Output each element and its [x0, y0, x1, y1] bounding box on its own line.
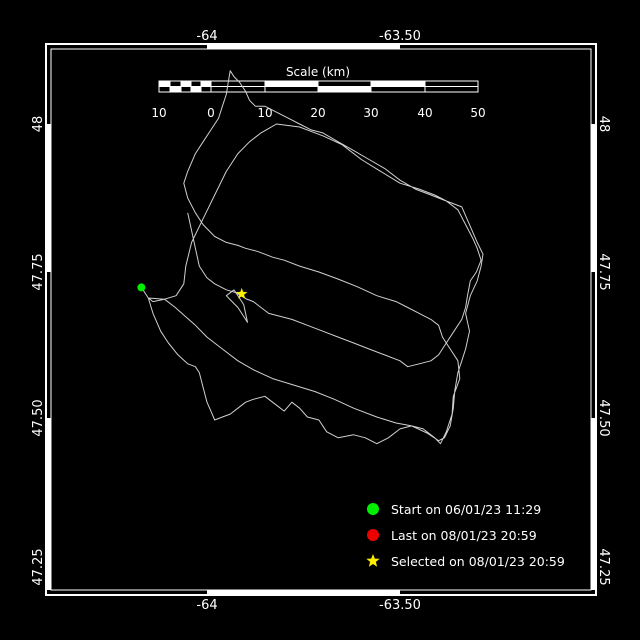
- start-marker[interactable]: [137, 283, 146, 292]
- bottom-axis-label-2: -63.50: [379, 598, 421, 613]
- selected-star-icon[interactable]: [236, 287, 248, 299]
- legend-star-icon: [366, 554, 380, 567]
- scale-bar: Scale (km) 10 0 10 20 30 40 50: [151, 65, 485, 120]
- track-path: [140, 70, 484, 445]
- legend-last-dot: [367, 529, 379, 541]
- top-axis-label-2: -63.50: [379, 29, 421, 44]
- scale-tick-label: 10: [151, 106, 166, 120]
- bottom-axis-label-1: -64: [196, 598, 217, 613]
- scale-tick-label: 30: [363, 106, 378, 120]
- left-axis-label-1: 48: [31, 116, 46, 133]
- legend-start-label: Start on 06/01/23 11:29: [391, 502, 541, 517]
- left-axis-label-4: 47.25: [31, 548, 46, 585]
- map-canvas: -64 -63.50 -64 -63.50 48 47.75 47.50 47.…: [31, 29, 611, 613]
- scale-tick-label: 50: [470, 106, 485, 120]
- top-axis-label-1: -64: [196, 29, 217, 44]
- right-axis-label-4: 47.25: [596, 548, 611, 585]
- legend-start-dot: [367, 503, 379, 515]
- track-map: -64 -63.50 -64 -63.50 48 47.75 47.50 47.…: [0, 0, 640, 640]
- scale-bar-title: Scale (km): [286, 65, 350, 79]
- left-axis-label-2: 47.75: [31, 253, 46, 290]
- track-path-inner-loop: [225, 289, 248, 323]
- left-axis-label-3: 47.50: [31, 399, 46, 436]
- scale-tick-label: 0: [207, 106, 215, 120]
- right-axis-label-3: 47.50: [596, 399, 611, 436]
- right-axis-label-2: 47.75: [596, 253, 611, 290]
- scale-tick-label: 20: [310, 106, 325, 120]
- scale-tick-label: 40: [417, 106, 432, 120]
- legend: Start on 06/01/23 11:29 Last on 08/01/23…: [366, 502, 565, 569]
- legend-last-label: Last on 08/01/23 20:59: [391, 528, 537, 543]
- scale-tick-label: 10: [257, 106, 272, 120]
- right-axis-label-1: 48: [596, 116, 611, 133]
- legend-selected-label: Selected on 08/01/23 20:59: [391, 554, 565, 569]
